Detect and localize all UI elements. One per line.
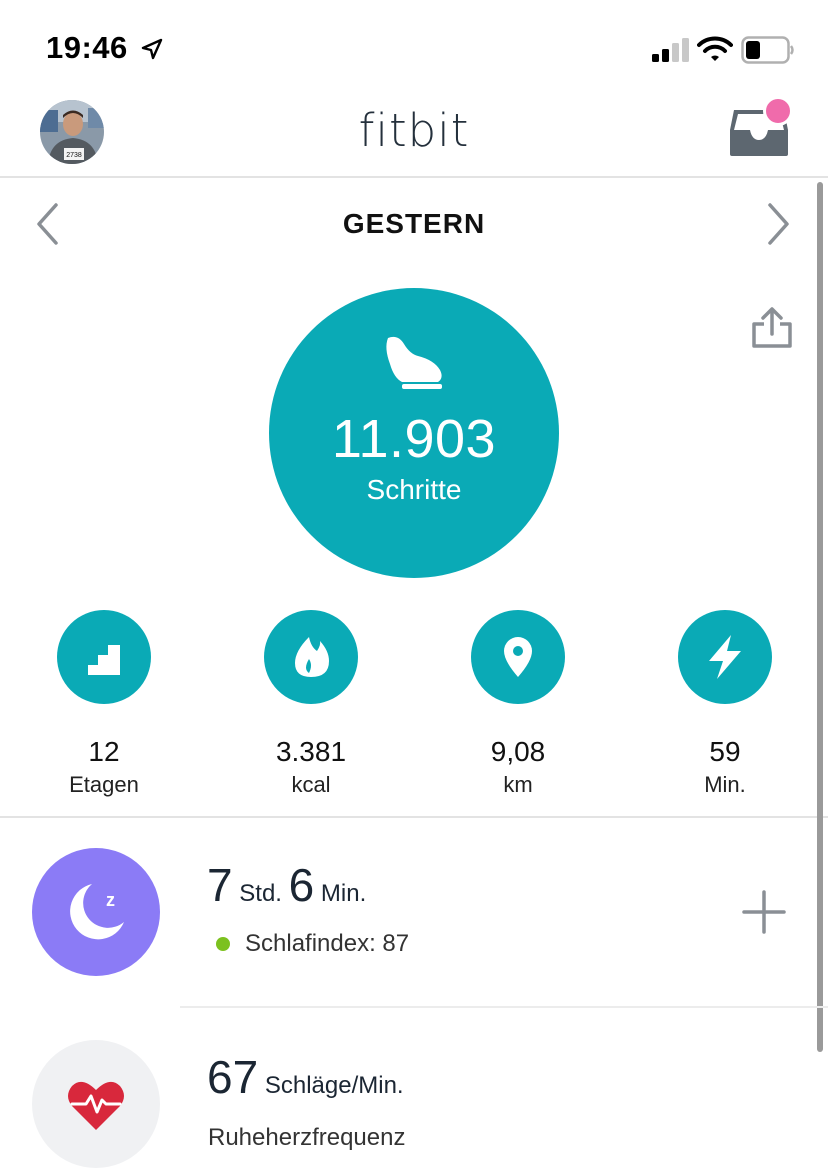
heart-rate-icon [68,1081,124,1130]
floors-unit: Etagen [69,772,139,797]
heart-rate-unit: Schläge/Min. [264,1072,404,1099]
active-minutes-unit: Min. [704,772,746,797]
battery-icon [741,36,794,64]
app-logo-title: fitbit [358,104,470,157]
next-day-chevron-icon[interactable] [764,202,792,246]
sleep-hours: 7 [207,859,233,911]
heart-rate-label: Ruheherzfrequenz [208,1124,406,1151]
steps-value: 11.903 [331,409,497,469]
cellular-signal-icon [652,38,689,62]
calories-circle [264,610,358,704]
distance-circle [471,610,565,704]
calories-value: 3.381 [275,736,347,767]
active-minutes-value: 59 [709,736,741,767]
floors-circle [57,610,151,704]
active-minutes-circle [678,610,772,704]
add-plus-icon[interactable] [742,890,786,934]
sleep-hours-unit: Std. [239,880,282,907]
sleep-minutes: 6 [288,859,315,911]
app-header: 2738 fitbit [0,96,828,178]
shoe-icon [386,336,442,389]
sleep-minutes-unit: Min. [320,880,367,907]
notification-badge [763,96,793,126]
status-time: 19:46 [46,30,128,65]
wifi-icon [697,36,733,61]
svg-text:z: z [106,890,115,910]
steps-label: Schritte [366,474,462,505]
lightning-icon [709,635,741,679]
date-label: GESTERN [342,208,486,239]
sleep-duration[interactable]: 7 Std. 6 Min. [207,858,366,912]
calories-unit: kcal [291,772,331,797]
sleep-tile-icon-circle[interactable]: z [32,848,160,976]
distance-stat[interactable]: 9,08 km [428,608,608,808]
stairs-icon [88,645,120,675]
distance-value: 9,08 [490,736,546,767]
sleep-score: Schlafindex: 87 [216,930,409,958]
distance-unit: km [503,772,533,797]
active-minutes-stat[interactable]: 59 Min. [635,608,815,808]
location-arrow-icon [141,38,163,60]
scrollbar[interactable] [817,182,823,1052]
flame-icon [295,637,329,677]
moon-sleep-icon: z [70,884,124,940]
heart-rate-value: 67 [207,1051,259,1103]
divider [180,1006,828,1008]
floors-value: 12 [88,736,120,767]
date-navigation: GESTERN [0,190,828,260]
floors-stat[interactable]: 12 Etagen [14,608,194,808]
share-icon[interactable] [750,306,794,350]
status-bar: 19:46 [0,0,828,96]
resting-heart-rate[interactable]: 67 Schläge/Min. [207,1050,404,1104]
calories-stat[interactable]: 3.381 kcal [221,608,401,808]
heart-rate-tile-icon-circle[interactable] [32,1040,160,1168]
steps-tile[interactable]: 11.903 Schritte [269,288,559,578]
sleep-score-label: Schlafindex: 87 [245,930,410,957]
location-pin-icon [504,637,532,677]
divider [0,816,828,818]
sleep-score-dot [216,937,230,951]
